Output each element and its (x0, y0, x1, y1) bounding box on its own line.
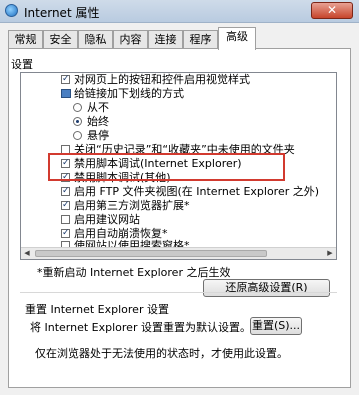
checkbox[interactable] (61, 145, 70, 154)
tab-content[interactable]: 内容 (113, 30, 148, 49)
list-item: 给链接加下划线的方式 (61, 87, 184, 100)
close-button[interactable]: ✕ (311, 2, 353, 19)
checkbox[interactable] (61, 157, 70, 170)
list-item[interactable]: 从不 (73, 101, 109, 114)
settings-group-label: 设置 (11, 58, 33, 71)
title-bar: Internet 属性 ✕ (0, 0, 359, 23)
tab-programs[interactable]: 程序 (183, 30, 218, 49)
tab-connections[interactable]: 连接 (148, 30, 183, 49)
list-item[interactable]: 关闭“历史记录”和“收藏夹”中未使用的文件夹 (61, 143, 295, 156)
list-item[interactable]: 禁用脚本调试(其他) (61, 171, 171, 184)
folder-icon (61, 89, 71, 98)
radio-button[interactable] (73, 131, 82, 140)
tab-privacy[interactable]: 隐私 (78, 30, 113, 49)
tab-general[interactable]: 常规 (8, 30, 43, 49)
radio-button[interactable] (73, 103, 82, 112)
window-title: Internet 属性 (24, 6, 100, 20)
reset-section-title: 重置 Internet Explorer 设置 (25, 303, 169, 316)
scroll-right-icon[interactable]: ▶ (325, 249, 335, 258)
restore-advanced-settings-button[interactable]: 还原高级设置(R) (203, 279, 330, 297)
list-item[interactable]: 悬停 (73, 129, 109, 142)
reset-note: 仅在浏览器处于无法使用的状态时，才使用此设置。 (35, 347, 288, 360)
list-item[interactable]: 启用建议网站 (61, 213, 140, 226)
tab-security[interactable]: 安全 (43, 30, 78, 49)
checkbox[interactable] (61, 215, 70, 224)
reset-description: 将 Internet Explorer 设置重置为默认设置。 (30, 321, 251, 334)
internet-explorer-icon (5, 4, 18, 17)
list-item[interactable]: 启用 FTP 文件夹视图(在 Internet Explorer 之外) (61, 185, 319, 198)
checkbox[interactable] (61, 227, 70, 240)
checkbox[interactable] (61, 73, 70, 86)
horizontal-scrollbar[interactable]: ◀ ▶ (21, 247, 336, 259)
reset-button[interactable]: 重置(S)... (250, 317, 302, 335)
restart-note: *重新启动 Internet Explorer 之后生效 (37, 266, 231, 279)
checkbox[interactable] (61, 185, 70, 198)
settings-list[interactable]: 对网页上的按钮和控件启用视觉样式 给链接加下划线的方式 从不 始终 悬停 关闭“… (20, 72, 337, 260)
divider (20, 292, 337, 293)
radio-button[interactable] (73, 117, 82, 126)
list-item[interactable]: 启用第三方浏览器扩展* (61, 199, 190, 212)
tab-advanced[interactable]: 高级 (218, 27, 256, 50)
scroll-left-icon[interactable]: ◀ (22, 249, 32, 258)
checkbox[interactable] (61, 171, 70, 184)
checkbox[interactable] (61, 199, 70, 212)
scroll-thumb[interactable] (35, 250, 267, 257)
list-item[interactable]: 禁用脚本调试(Internet Explorer) (61, 157, 242, 170)
list-item[interactable]: 对网页上的按钮和控件启用视觉样式 (61, 73, 250, 86)
list-item[interactable]: 始终 (73, 115, 109, 128)
